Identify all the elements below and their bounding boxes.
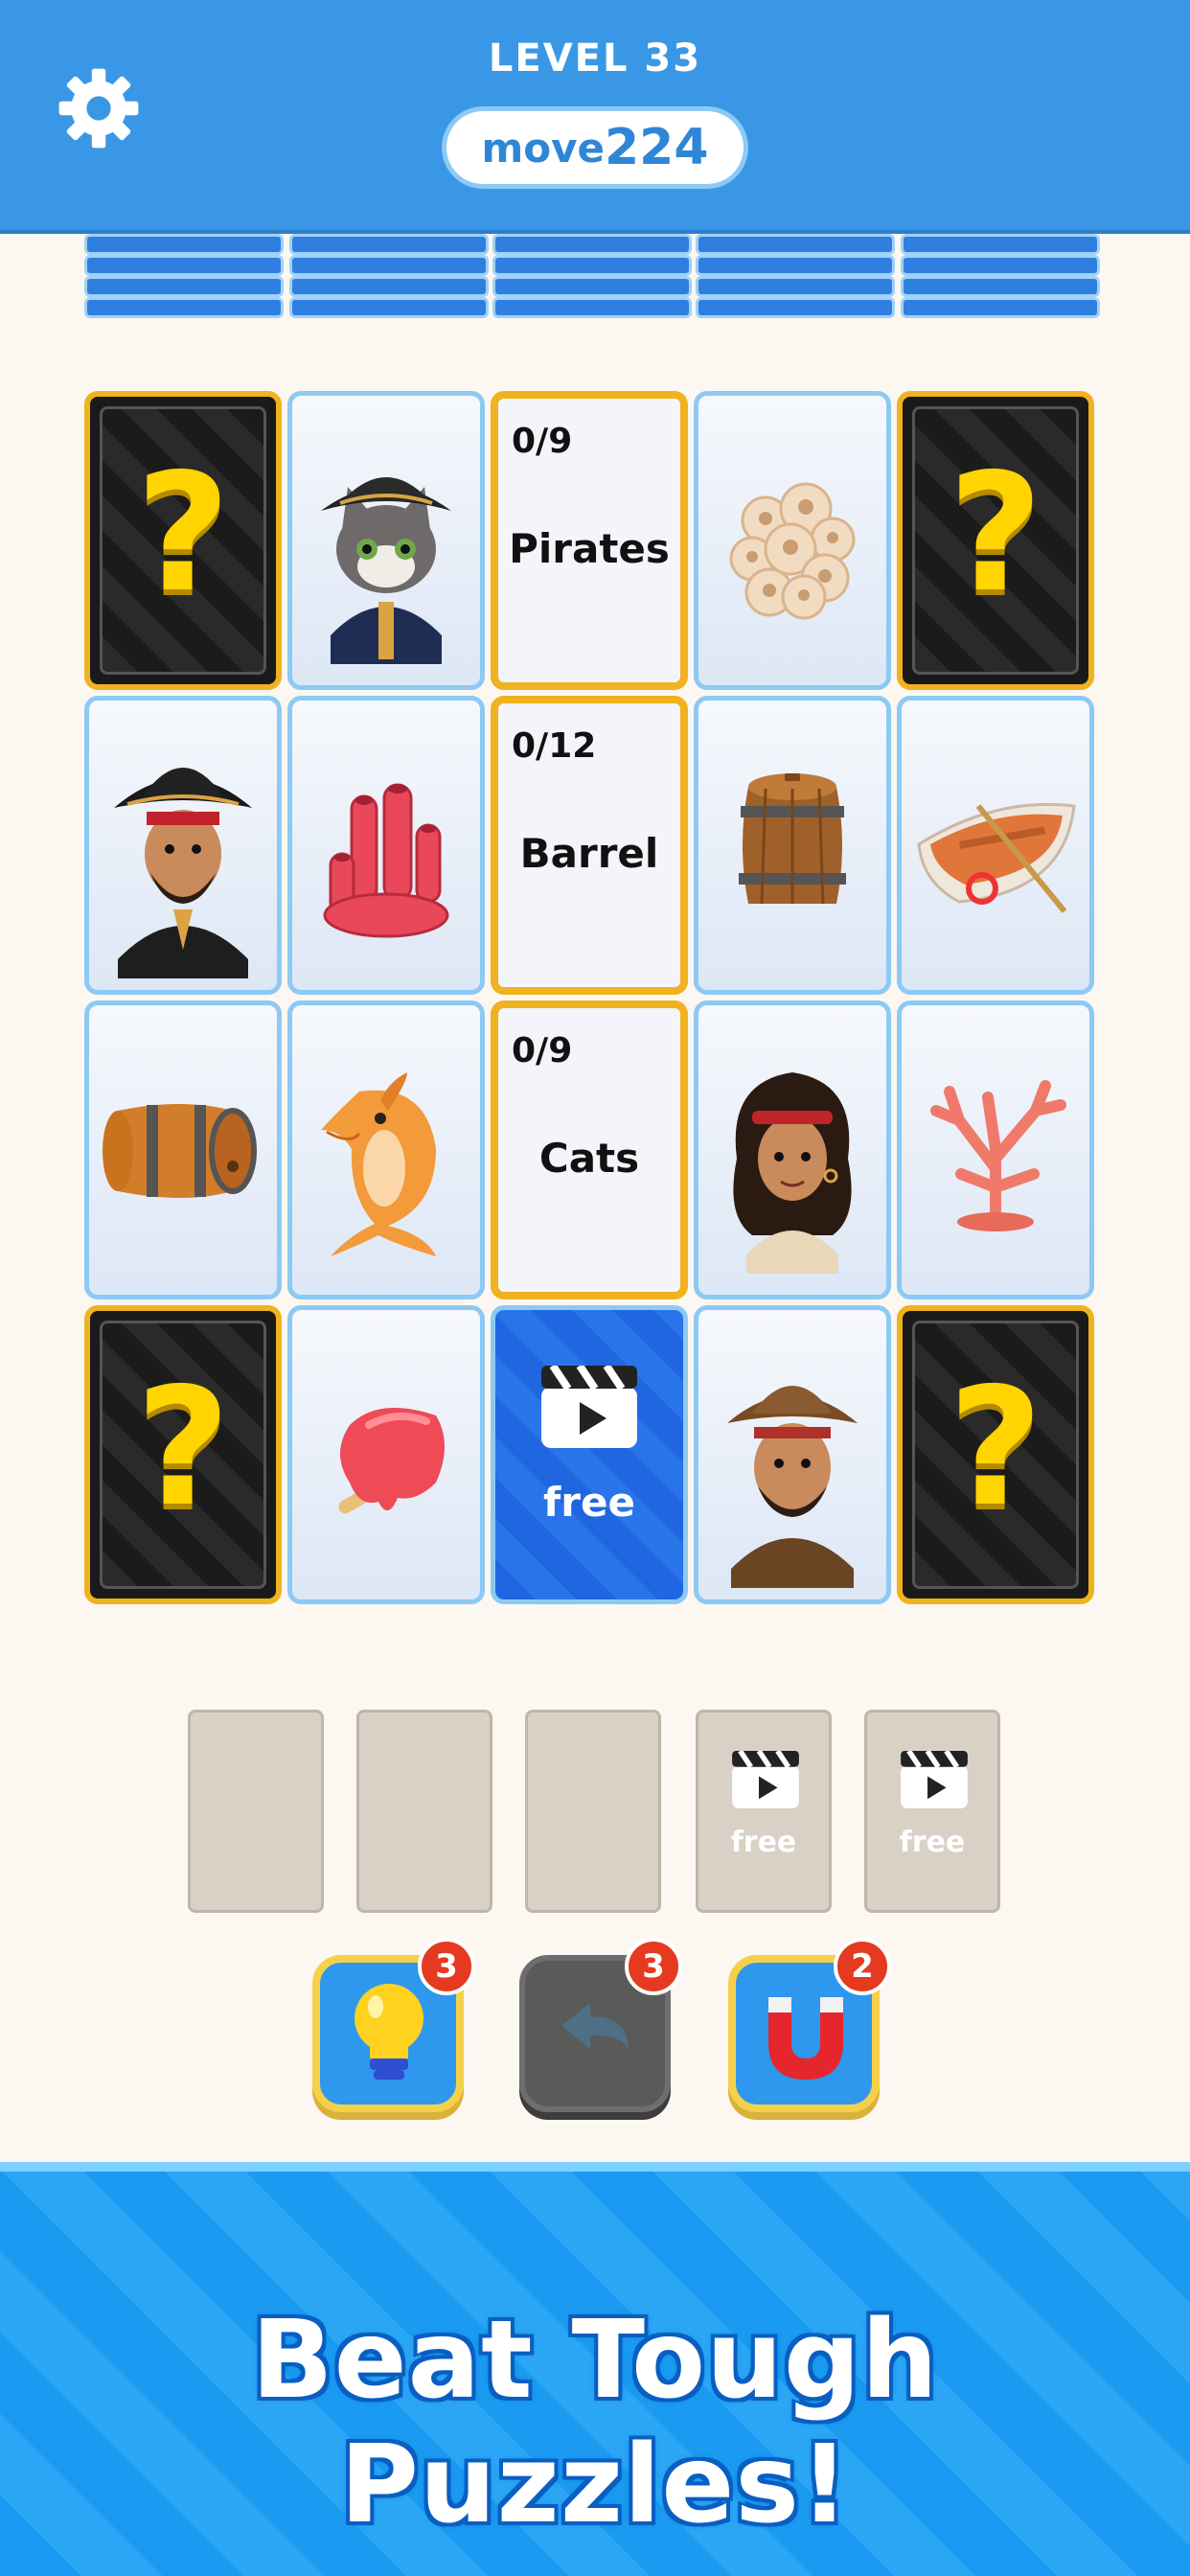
stack-column <box>84 234 284 320</box>
tile-pink-coral[interactable] <box>897 1000 1094 1300</box>
wooden-barrel-icon <box>739 773 846 905</box>
game-board: ? 0/9 Pirates ? 0/12 Barrel 0/9 Cats ? f… <box>84 391 1106 1614</box>
category-name: Pirates <box>509 525 670 572</box>
rowboat-icon <box>917 802 1076 913</box>
tile-popsicle[interactable] <box>287 1305 485 1604</box>
stack-layer <box>901 234 1100 255</box>
collection-slots: free free <box>188 1710 1002 1913</box>
question-mark-icon: ? <box>135 439 231 629</box>
tile-barrel[interactable] <box>694 696 891 995</box>
video-clapper-icon <box>541 1366 637 1448</box>
free-label: free <box>730 1826 797 1859</box>
stack-layer <box>289 276 489 297</box>
magnet-icon <box>768 1997 843 2080</box>
sponge-coral-icon <box>729 482 856 620</box>
free-label: free <box>543 1479 635 1526</box>
category-progress: 0/9 <box>512 1031 573 1070</box>
free-card-button[interactable]: free <box>491 1305 688 1604</box>
free-slot-button[interactable]: free <box>864 1710 1000 1913</box>
free-slot-button[interactable]: free <box>696 1710 832 1913</box>
barrel-on-side-icon <box>103 1104 257 1198</box>
moves-value: 224 <box>604 119 709 176</box>
moves-counter: move 224 <box>446 111 744 184</box>
tile-pirate-cat[interactable] <box>287 391 485 690</box>
category-name: Barrel <box>519 830 659 877</box>
hint-button[interactable]: 3 <box>312 1938 475 2116</box>
tile-pirate-girl[interactable] <box>694 1000 891 1300</box>
stack-layer <box>696 276 895 297</box>
free-label: free <box>899 1826 966 1859</box>
pirate-girl-icon <box>733 1072 852 1274</box>
question-mark-icon: ? <box>948 1353 1043 1543</box>
stack-layer <box>492 297 692 318</box>
category-card-barrel[interactable]: 0/12 Barrel <box>491 696 688 995</box>
category-name: Cats <box>538 1135 640 1182</box>
tile-sponge-coral[interactable] <box>694 391 891 690</box>
hint-count-badge: 3 <box>418 1938 475 1995</box>
pink-coral-icon <box>930 1080 1066 1231</box>
stack-layer <box>289 255 489 276</box>
stack-layer <box>289 297 489 318</box>
mystery-card[interactable]: ? <box>897 391 1094 690</box>
lightbulb-icon <box>355 1984 423 2080</box>
tile-rowboat[interactable] <box>897 696 1094 995</box>
stack-layer <box>84 234 284 255</box>
stack-layer <box>492 234 692 255</box>
moves-label: move <box>481 124 605 172</box>
red-tube-coral-icon <box>323 783 449 938</box>
mystery-card[interactable]: ? <box>897 1305 1094 1604</box>
category-progress: 0/9 <box>512 422 573 461</box>
category-progress: 0/12 <box>512 726 597 766</box>
mystery-card[interactable]: ? <box>84 391 282 690</box>
magnet-button[interactable]: 2 <box>728 1938 891 2116</box>
stack-layer <box>901 255 1100 276</box>
question-mark-icon: ? <box>135 1353 231 1543</box>
level-title: LEVEL 33 <box>488 36 702 80</box>
tile-pirate-captain[interactable] <box>84 696 282 995</box>
dolphin-icon <box>321 1072 436 1256</box>
pirate-man-icon <box>727 1386 858 1588</box>
question-mark-icon: ? <box>948 439 1043 629</box>
stack-layer <box>901 297 1100 318</box>
category-card-cats[interactable]: 0/9 Cats <box>491 1000 688 1300</box>
stack-layer <box>492 276 692 297</box>
stack-column <box>901 234 1100 320</box>
card-stack-deck <box>84 234 1106 320</box>
stack-layer <box>84 255 284 276</box>
stack-layer <box>289 234 489 255</box>
tile-dolphin[interactable] <box>287 1000 485 1300</box>
stack-layer <box>696 255 895 276</box>
stack-layer <box>696 297 895 318</box>
stack-column <box>696 234 895 320</box>
melting-popsicle-icon <box>338 1408 445 1514</box>
tile-pirate-man[interactable] <box>694 1305 891 1604</box>
stack-layer <box>696 234 895 255</box>
top-bar: LEVEL 33 move 224 <box>0 0 1190 230</box>
empty-slot[interactable] <box>525 1710 661 1913</box>
promo-banner: Beat Tough Puzzles! <box>0 2162 1190 2576</box>
undo-arrow-icon <box>561 2003 629 2051</box>
tile-red-coral[interactable] <box>287 696 485 995</box>
stack-layer <box>84 276 284 297</box>
pirate-cat-icon <box>321 477 451 664</box>
stack-layer <box>901 276 1100 297</box>
undo-button[interactable]: 3 <box>519 1938 682 2116</box>
category-card-pirates[interactable]: 0/9 Pirates <box>491 391 688 690</box>
empty-slot[interactable] <box>188 1710 324 1913</box>
banner-text: Beat Tough Puzzles! <box>251 2298 939 2547</box>
stack-layer <box>492 255 692 276</box>
video-clapper-icon <box>732 1751 799 1808</box>
stack-column <box>492 234 692 320</box>
magnet-count-badge: 2 <box>834 1938 891 1995</box>
empty-slot[interactable] <box>356 1710 492 1913</box>
mystery-card[interactable]: ? <box>84 1305 282 1604</box>
pirate-captain-icon <box>114 768 252 978</box>
stack-layer <box>84 297 284 318</box>
stack-column <box>289 234 489 320</box>
tile-barrel-side[interactable] <box>84 1000 282 1300</box>
video-clapper-icon <box>901 1751 968 1808</box>
undo-count-badge: 3 <box>625 1938 682 1995</box>
